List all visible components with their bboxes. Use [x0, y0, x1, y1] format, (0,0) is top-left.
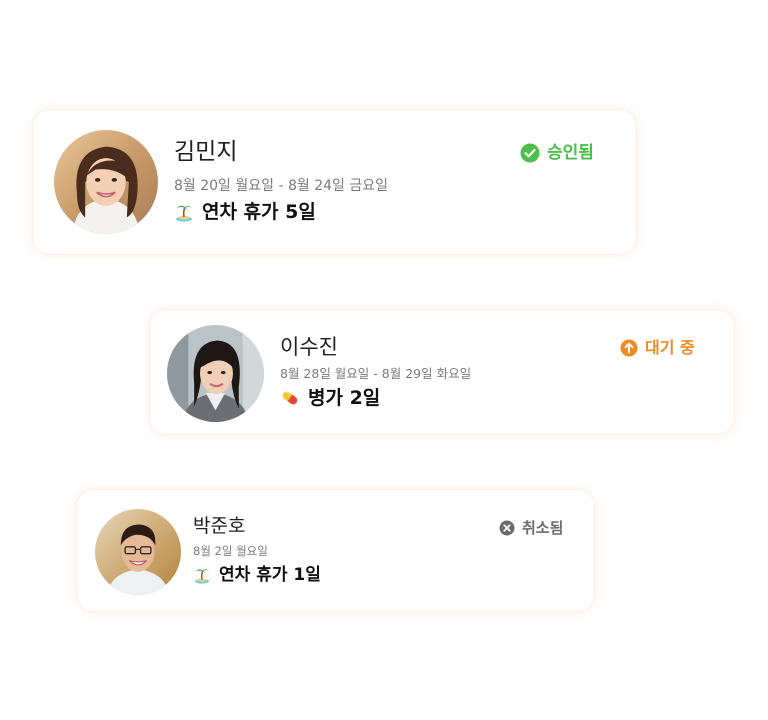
leave-type-label: 연차 휴가 1일 — [219, 564, 321, 585]
status-badge: 승인됨 — [520, 143, 594, 163]
avatar — [95, 509, 181, 595]
leave-request-card[interactable]: 김민지 8월 20일 월요일 - 8월 24일 금요일 연차 휴가 5일 승인됨 — [33, 110, 636, 254]
employee-name: 이수진 — [280, 335, 338, 359]
x-circle-icon — [499, 520, 515, 536]
leave-dates: 8월 20일 월요일 - 8월 24일 금요일 — [174, 178, 388, 194]
leave-type-label: 병가 2일 — [308, 386, 381, 409]
employee-name: 김민지 — [174, 139, 238, 165]
arrow-up-circle-icon — [620, 339, 638, 357]
palm-tree-island-icon — [193, 566, 211, 584]
leave-type: 병가 2일 — [280, 388, 380, 408]
leave-request-card[interactable]: 이수진 8월 28일 월요일 - 8월 29일 화요일 병가 2일 대기 중 — [150, 310, 734, 434]
status-label: 취소됨 — [522, 518, 564, 537]
status-badge: 취소됨 — [499, 520, 563, 536]
avatar — [54, 130, 158, 234]
leave-request-card[interactable]: 박준호 8월 2일 월요일 연차 휴가 1일 취소됨 — [77, 490, 594, 611]
status-badge: 대기 중 — [620, 339, 695, 357]
status-label: 승인됨 — [547, 142, 594, 163]
status-label: 대기 중 — [645, 338, 695, 357]
leave-type: 연차 휴가 5일 — [174, 202, 316, 222]
avatar — [167, 325, 264, 422]
leave-type-label: 연차 휴가 5일 — [202, 200, 316, 223]
check-circle-icon — [520, 143, 540, 163]
leave-type: 연차 휴가 1일 — [193, 566, 321, 584]
pill-icon — [280, 388, 300, 408]
leave-dates: 8월 28일 월요일 - 8월 29일 화요일 — [280, 366, 472, 381]
leave-dates: 8월 2일 월요일 — [193, 544, 268, 558]
palm-tree-island-icon — [174, 202, 194, 222]
employee-name: 박준호 — [193, 515, 246, 537]
